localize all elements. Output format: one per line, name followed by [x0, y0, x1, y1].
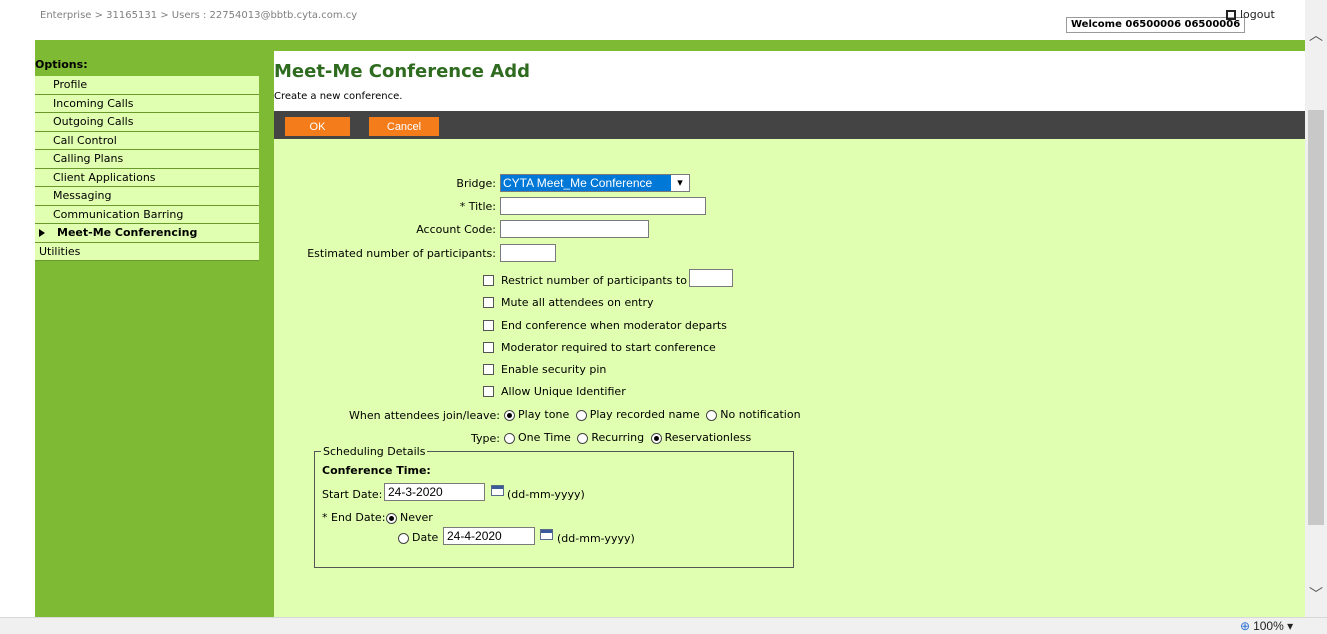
moderator-required-checkbox[interactable] — [483, 342, 494, 353]
reservationless-label: Reservationless — [664, 431, 752, 444]
scroll-down-icon[interactable]: ﹀ — [1305, 584, 1327, 604]
end-never-label: Never — [400, 511, 433, 524]
sidebar-menu: Profile Incoming Calls Outgoing Calls Ca… — [35, 76, 259, 261]
ok-button[interactable]: OK — [285, 117, 350, 136]
one-time-label: One Time — [518, 431, 571, 444]
participants-input[interactable] — [500, 244, 556, 262]
moderator-required-label: Moderator required to start conference — [501, 341, 716, 354]
zoom-level: 100% — [1253, 619, 1284, 633]
bridge-select[interactable]: CYTA Meet_Me Conference ▾ — [500, 174, 690, 192]
participants-label: Estimated number of participants: — [307, 247, 496, 260]
play-recorded-name-label: Play recorded name — [589, 408, 700, 421]
one-time-radio[interactable] — [504, 432, 515, 444]
sidebar-item-outgoing-calls[interactable]: Outgoing Calls — [35, 113, 259, 132]
end-date-option: Date — [398, 531, 438, 544]
account-code-label: Account Code: — [416, 223, 496, 236]
vertical-scrollbar[interactable]: ︿ ﹀ — [1305, 0, 1327, 617]
active-arrow-icon — [39, 229, 45, 237]
bridge-select-value: CYTA Meet_Me Conference — [503, 176, 653, 190]
status-bar: ⊕ 100% ▾ — [0, 617, 1327, 634]
title-input[interactable] — [500, 197, 706, 215]
restrict-participants-checkbox[interactable] — [483, 275, 494, 286]
scheduling-details-fieldset: Scheduling Details Conference Time: Star… — [314, 445, 794, 568]
header-green-bar — [35, 40, 1305, 51]
logout-link[interactable]: logout — [1226, 8, 1275, 21]
sidebar-item-label: Meet-Me Conferencing — [57, 226, 198, 239]
calendar-icon[interactable] — [540, 529, 553, 540]
welcome-box: Welcome 06500006 06500006 — [1066, 17, 1246, 33]
bridge-label: Bridge: — [456, 177, 496, 190]
cancel-button[interactable]: Cancel — [369, 117, 439, 136]
no-notification-label: No notification — [720, 408, 801, 421]
mute-attendees-checkbox[interactable] — [483, 297, 494, 308]
type-label: Type: — [471, 432, 500, 445]
sidebar-item-call-control[interactable]: Call Control — [35, 131, 259, 150]
join-leave-radio-group: Play tone Play recorded name No notifica… — [504, 408, 804, 421]
scroll-up-icon[interactable]: ︿ — [1305, 25, 1327, 45]
end-date-format: (dd-mm-yyyy) — [557, 532, 635, 545]
end-date-label: * End Date: — [322, 511, 386, 524]
mute-attendees-label: Mute all attendees on entry — [501, 296, 654, 309]
restrict-participants-input[interactable] — [689, 269, 733, 287]
start-date-input[interactable] — [384, 483, 485, 501]
logout-label: logout — [1240, 8, 1275, 21]
security-pin-label: Enable security pin — [501, 363, 607, 376]
unique-identifier-label: Allow Unique Identifier — [501, 385, 626, 398]
start-date-format: (dd-mm-yyyy) — [507, 488, 585, 501]
no-notification-radio[interactable] — [706, 409, 718, 421]
page-title: Meet-Me Conference Add — [274, 61, 530, 82]
conference-form: Bridge: CYTA Meet_Me Conference ▾ * Titl… — [274, 139, 1305, 617]
chevron-down-icon: ▾ — [671, 175, 689, 191]
end-date-option-label: Date — [412, 531, 439, 544]
end-date-radio[interactable] — [398, 532, 409, 544]
account-code-input[interactable] — [500, 220, 649, 238]
end-never-radio[interactable] — [386, 512, 397, 524]
title-label: * Title: — [459, 200, 496, 213]
sidebar: Options: Profile Incoming Calls Outgoing… — [35, 51, 274, 617]
start-date-label: Start Date: — [322, 488, 383, 501]
recurring-label: Recurring — [591, 431, 645, 444]
sidebar-item-incoming-calls[interactable]: Incoming Calls — [35, 94, 259, 113]
sidebar-item-communication-barring[interactable]: Communication Barring — [35, 205, 259, 224]
sidebar-item-profile[interactable]: Profile — [35, 76, 259, 95]
sidebar-item-client-applications[interactable]: Client Applications — [35, 168, 259, 187]
logout-icon — [1226, 10, 1236, 20]
recurring-radio[interactable] — [577, 432, 589, 444]
sidebar-item-utilities[interactable]: Utilities — [35, 242, 259, 261]
sidebar-item-meet-me-conferencing[interactable]: Meet-Me Conferencing — [35, 224, 259, 243]
play-tone-radio[interactable] — [504, 409, 515, 421]
reservationless-radio[interactable] — [650, 432, 662, 444]
end-never-option: Never — [386, 511, 433, 524]
join-leave-label: When attendees join/leave: — [348, 409, 500, 422]
page-subtitle: Create a new conference. — [274, 91, 403, 102]
type-radio-group: One Time Recurring Reservationless — [504, 431, 754, 444]
options-title: Options: — [35, 58, 88, 71]
top-header: Enterprise > 31165131 > Users : 22754013… — [0, 0, 1305, 40]
scheduling-legend: Scheduling Details — [321, 445, 428, 458]
zoom-dropdown-icon[interactable]: ▾ — [1287, 619, 1293, 633]
play-tone-label: Play tone — [518, 408, 570, 421]
sidebar-item-calling-plans[interactable]: Calling Plans — [35, 150, 259, 169]
scrollbar-thumb[interactable] — [1308, 110, 1324, 525]
unique-identifier-checkbox[interactable] — [483, 386, 494, 397]
breadcrumb[interactable]: Enterprise > 31165131 > Users : 22754013… — [40, 10, 357, 21]
conference-time-heading: Conference Time: — [322, 464, 431, 477]
calendar-icon[interactable] — [491, 485, 504, 496]
zoom-icon: ⊕ — [1240, 619, 1251, 633]
end-date-input[interactable] — [443, 527, 535, 545]
action-toolbar: OK Cancel — [274, 111, 1305, 139]
main-content: Meet-Me Conference Add Create a new conf… — [274, 51, 1305, 617]
restrict-participants-label: Restrict number of participants to — [501, 274, 687, 287]
end-conference-label: End conference when moderator departs — [501, 319, 727, 332]
security-pin-checkbox[interactable] — [483, 364, 494, 375]
zoom-control[interactable]: ⊕ 100% ▾ — [1240, 619, 1293, 633]
end-conference-checkbox[interactable] — [483, 320, 494, 331]
play-recorded-name-radio[interactable] — [575, 409, 587, 421]
sidebar-item-messaging[interactable]: Messaging — [35, 187, 259, 206]
